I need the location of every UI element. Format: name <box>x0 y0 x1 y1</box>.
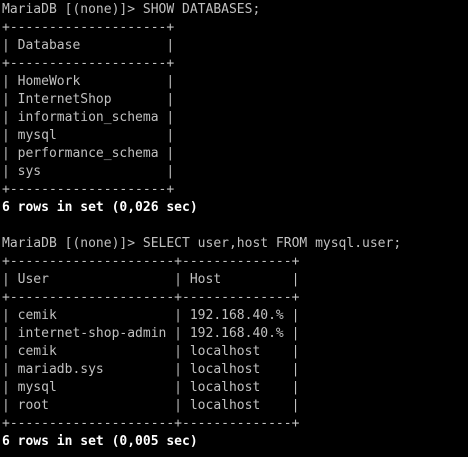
terminal-line: | mysql | localhost | <box>2 380 300 395</box>
terminal-line: | performance_schema | <box>2 146 175 161</box>
terminal-line: | cemik | 192.168.40.% | <box>2 308 300 323</box>
terminal-line: | information_schema | <box>2 110 175 125</box>
terminal-line: +---------------------+--------------+ <box>2 290 300 305</box>
terminal-line: +--------------------+ <box>2 56 175 71</box>
terminal-output: MariaDB [(none)]> SHOW DATABASES; +-----… <box>2 1 466 451</box>
terminal-line: | cemik | localhost | <box>2 344 300 359</box>
terminal-line: +--------------------+ <box>2 20 175 35</box>
terminal-line: | root | localhost | <box>2 398 300 413</box>
terminal-line: | User | Host | <box>2 272 300 287</box>
terminal-line: | HomeWork | <box>2 74 175 89</box>
terminal-line: | InternetShop | <box>2 92 175 107</box>
terminal-line: | mariadb.sys | localhost | <box>2 362 300 377</box>
terminal-line: +---------------------+--------------+ <box>2 254 300 269</box>
terminal-line: MariaDB [(none)]> SHOW DATABASES; <box>2 2 261 17</box>
terminal-line: +---------------------+--------------+ <box>2 416 300 431</box>
terminal-line: | sys | <box>2 164 175 179</box>
terminal-line: +--------------------+ <box>2 182 175 197</box>
terminal-line: MariaDB [(none)]> SELECT user,host FROM … <box>2 236 402 251</box>
result-summary: 6 rows in set (0,005 sec) <box>2 434 198 449</box>
result-summary: 6 rows in set (0,026 sec) <box>2 200 198 215</box>
terminal-line: | internet-shop-admin | 192.168.40.% | <box>2 326 300 341</box>
terminal-line: | mysql | <box>2 128 175 143</box>
terminal-line: | Database | <box>2 38 175 53</box>
terminal-window[interactable]: MariaDB [(none)]> SHOW DATABASES; +-----… <box>0 0 468 457</box>
